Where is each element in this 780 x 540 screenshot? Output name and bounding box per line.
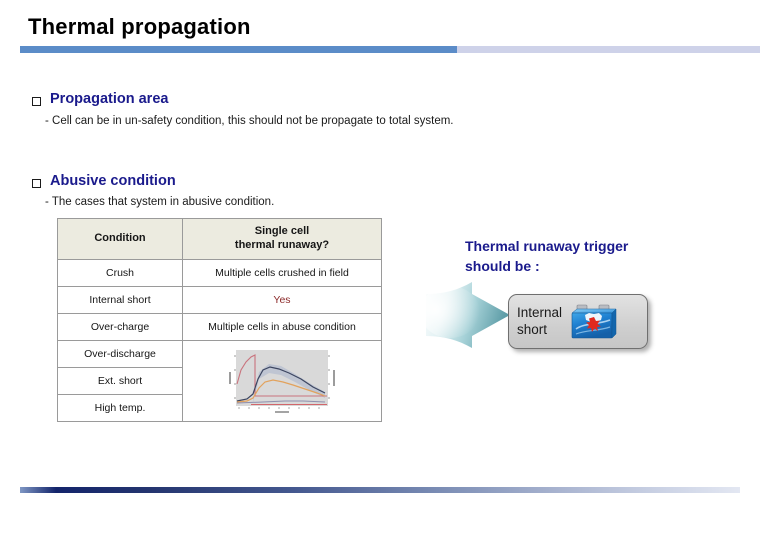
title-divider-light-segment <box>456 46 760 53</box>
title-divider <box>20 46 760 53</box>
condition-cell-over-discharge: Over-discharge <box>58 341 182 367</box>
section-detail-propagation-area: - Cell can be in un-safety condition, th… <box>45 115 454 127</box>
section-heading-propagation-area: Propagation area <box>32 90 168 108</box>
condition-cell-internal-short: Internal short <box>58 287 182 313</box>
condition-cell-high-temp: High temp. <box>58 395 182 421</box>
table-row: Crush Multiple cells crushed in field <box>58 260 381 286</box>
section-heading-label: Abusive condition <box>50 173 176 189</box>
result-label: Internal short <box>517 304 563 337</box>
page-title: Thermal propagation <box>28 14 251 39</box>
table-row: Over-charge Multiple cells in abuse cond… <box>58 314 381 340</box>
square-bullet-icon <box>32 97 41 106</box>
table-row: Over-discharge <box>58 341 381 421</box>
table-row: Internal short Yes <box>58 287 381 313</box>
square-bullet-icon <box>32 179 41 188</box>
footer-divider <box>20 487 740 493</box>
condition-cell-ext-short: Ext. short <box>58 368 182 394</box>
condition-cell-over-charge: Over-charge <box>58 314 182 340</box>
battery-cell-burst-icon <box>568 303 620 341</box>
table-header-condition: Condition <box>58 219 182 259</box>
abusive-condition-table: Condition Single cell thermal runaway? C… <box>57 218 382 422</box>
table-header-row: Condition Single cell thermal runaway? <box>58 219 381 259</box>
table-header-runaway: Single cell thermal runaway? <box>183 219 381 259</box>
section-heading-label: Propagation area <box>50 91 169 107</box>
answer-cell-crush: Multiple cells crushed in field <box>183 260 381 286</box>
callout-heading: Thermal runaway trigger should be : <box>465 238 629 275</box>
result-callout-box: Internal short <box>508 294 648 349</box>
section-detail-abusive-condition: - The cases that system in abusive condi… <box>45 196 275 208</box>
condition-cell-crush: Crush <box>58 260 182 286</box>
thumbnail-chart-svg <box>229 350 335 413</box>
slide-canvas: Thermal propagation Propagation area - C… <box>0 0 780 540</box>
section-heading-abusive-condition: Abusive condition <box>32 172 176 190</box>
battery-cell-burst-svg <box>571 304 617 339</box>
answer-cell-internal-short: Yes <box>183 287 381 313</box>
thermal-runaway-thumbnail-chart <box>223 346 341 418</box>
answer-cell-chart <box>183 341 381 421</box>
title-divider-dark-segment <box>20 46 457 53</box>
answer-cell-over-charge: Multiple cells in abuse condition <box>183 314 381 340</box>
